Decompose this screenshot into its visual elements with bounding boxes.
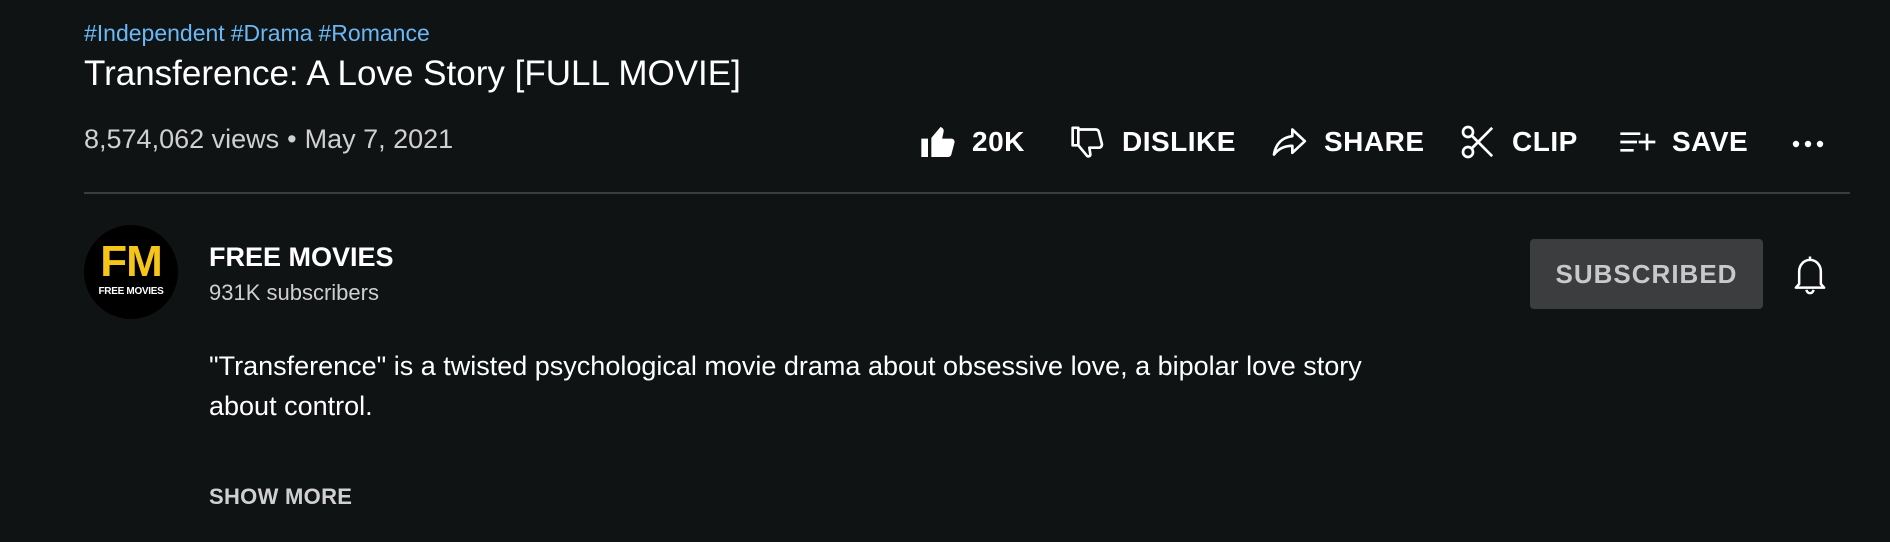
channel-name[interactable]: FREE MOVIES <box>209 240 394 274</box>
meta-separator: • <box>287 124 297 154</box>
clip-label: CLIP <box>1512 126 1578 157</box>
dislike-label: DISLIKE <box>1122 126 1236 157</box>
subscriber-count: 931K subscribers <box>209 280 379 305</box>
view-count: 8,574,062 views <box>84 124 280 154</box>
hashtag-link[interactable]: #Romance <box>319 20 430 46</box>
bell-icon <box>1794 256 1826 295</box>
thumbs-down-icon <box>1071 126 1104 158</box>
thumbs-up-icon <box>921 127 955 157</box>
more-horizontal-icon <box>1792 140 1824 148</box>
scissors-icon <box>1461 125 1494 159</box>
channel-avatar[interactable]: FM FREE MOVIES <box>84 225 178 319</box>
subscribed-button[interactable]: SUBSCRIBED <box>1530 239 1763 309</box>
dislike-button[interactable]: DISLIKE <box>1068 118 1236 166</box>
notification-bell-button[interactable] <box>1790 252 1830 296</box>
like-count: 20K <box>972 126 1025 157</box>
divider <box>84 192 1850 194</box>
upload-date: May 7, 2021 <box>304 124 454 154</box>
playlist-add-icon <box>1620 132 1656 152</box>
more-actions-button[interactable] <box>1788 122 1828 166</box>
video-meta: 8,574,062 views • May 7, 2021 <box>84 122 453 156</box>
like-button[interactable]: 20K <box>918 118 1025 166</box>
avatar-logo-subtext: FREE MOVIES <box>98 286 164 297</box>
hashtag-link[interactable]: #Drama <box>231 20 313 46</box>
avatar-logo-text: FM <box>100 237 163 286</box>
show-more-button[interactable]: SHOW MORE <box>209 482 352 512</box>
clip-button[interactable]: CLIP <box>1458 118 1578 166</box>
video-description: "Transference" is a twisted psychologica… <box>209 351 1362 421</box>
save-button[interactable]: SAVE <box>1616 118 1748 166</box>
save-label: SAVE <box>1672 126 1749 157</box>
share-label: SHARE <box>1324 126 1425 157</box>
hashtag-link[interactable]: #Independent <box>84 20 225 46</box>
share-button[interactable]: SHARE <box>1268 118 1425 166</box>
video-title: Transference: A Love Story [FULL MOVIE] <box>84 54 741 93</box>
share-arrow-icon <box>1272 128 1307 156</box>
hashtag-list: #Independent #Drama #Romance <box>84 18 436 48</box>
